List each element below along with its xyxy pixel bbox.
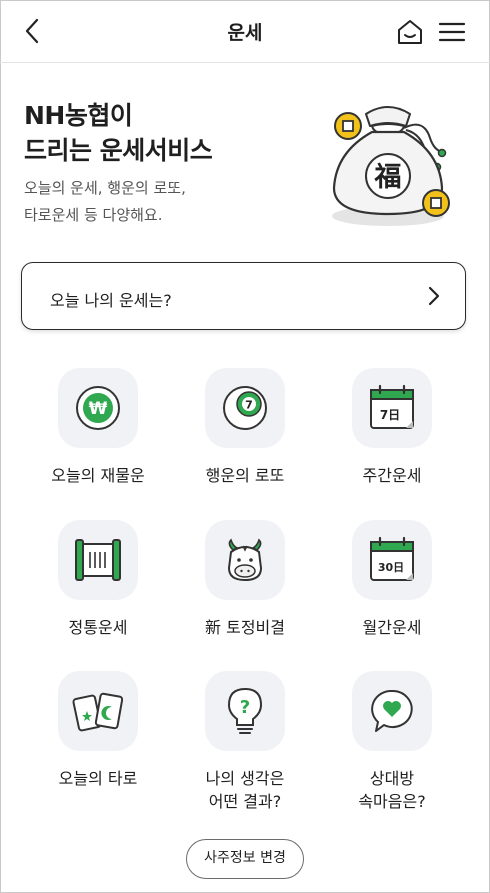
tile-label: 상대방 속마음은? — [322, 767, 462, 813]
lightbulb-icon: ? — [227, 687, 263, 734]
question-mark: ? — [240, 697, 250, 718]
heart-bubble-icon — [371, 689, 413, 732]
bag-character: 福 — [374, 162, 402, 193]
hero-subtitle: 오늘의 운세, 행운의 로또, 타로운세 등 다양해요. — [24, 175, 186, 229]
tile-label-line1: 나의 생각은 — [205, 769, 285, 788]
today-fortune-label: 오늘 나의 운세는? — [50, 291, 172, 310]
tile-label: 정통운세 — [68, 618, 128, 637]
tile-icon-box — [352, 671, 432, 751]
ox-icon — [227, 538, 263, 582]
today-fortune-button[interactable]: 오늘 나의 운세는? — [21, 262, 466, 330]
hero-title-line1: NH농협이 — [24, 101, 133, 130]
tile-icon-box: ₩ — [58, 368, 138, 448]
won-symbol: ₩ — [89, 399, 108, 419]
tile-label: 新 토정비결 — [205, 618, 285, 637]
lotto-number: 7 — [245, 399, 253, 412]
home-icon[interactable] — [396, 18, 424, 46]
lucky-bag-illustration: 福 — [332, 106, 450, 226]
tile-icon-box — [58, 520, 138, 600]
app-header: 운세 — [0, 0, 490, 63]
won-coin-icon: ₩ — [76, 386, 120, 430]
calendar-day: 30日 — [378, 561, 404, 574]
tile-icon-box: ? — [205, 671, 285, 751]
hamburger-menu-icon[interactable] — [437, 18, 467, 46]
tile-label: 나의 생각은 어떤 결과? — [175, 767, 315, 813]
tile-label: 오늘의 타로 — [58, 769, 138, 788]
tile-label-line2: 속마음은? — [358, 792, 426, 811]
tile-label-line1: 상대방 — [369, 769, 415, 788]
tile-label-line2: 어떤 결과? — [208, 792, 282, 811]
scroll-icon — [75, 539, 121, 581]
hero-subtitle-line2: 타로운세 등 다양해요. — [24, 206, 163, 224]
chevron-right-icon — [428, 286, 440, 306]
tile-label: 월간운세 — [362, 618, 422, 637]
tile-icon-box: 30日 — [352, 520, 432, 600]
tile-label: 주간운세 — [362, 466, 422, 485]
tile-label: 오늘의 재물운 — [51, 466, 145, 485]
tile-icon-box: 7日 — [352, 368, 432, 448]
tile-icon-box: 7 — [205, 368, 285, 448]
tile-icon-box — [205, 520, 285, 600]
weekly-calendar-icon: 7日 — [370, 384, 414, 429]
lotto-ball-icon: 7 — [223, 386, 267, 430]
hero-title: NH농협이 드리는 운세서비스 — [24, 98, 213, 168]
tile-icon-box — [58, 671, 138, 751]
hero-subtitle-line1: 오늘의 운세, 행운의 로또, — [24, 179, 186, 197]
calendar-day: 7日 — [380, 408, 400, 422]
monthly-calendar-icon: 30日 — [370, 536, 414, 581]
tile-label: 행운의 로또 — [205, 466, 285, 485]
hero-title-line2: 드리는 운세서비스 — [24, 136, 213, 165]
saju-info-change-button[interactable]: 사주정보 변경 — [186, 839, 304, 879]
tarot-cards-icon — [72, 692, 124, 732]
